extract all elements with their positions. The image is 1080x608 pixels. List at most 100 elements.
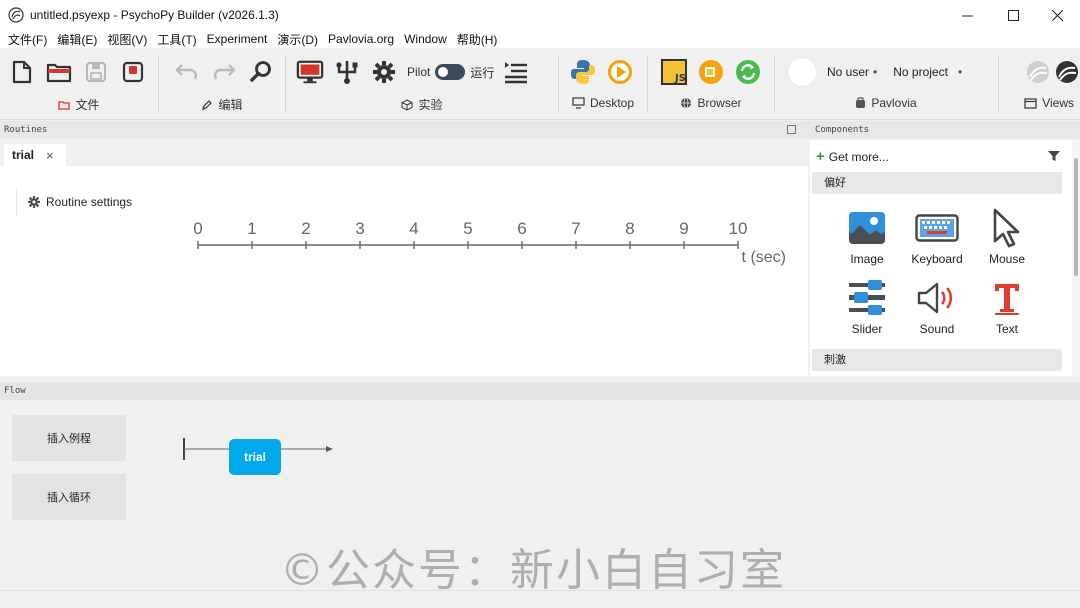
menu-bar: 文件(F) 编辑(E) 视图(V) 工具(T) Experiment 演示(D)… bbox=[0, 30, 1080, 48]
title-bar: untitled.psyexp - PsychoPy Builder (v202… bbox=[0, 0, 1080, 30]
component-sound[interactable]: Sound bbox=[902, 278, 972, 336]
scrollbar-thumb[interactable] bbox=[1074, 158, 1078, 276]
maximize-icon[interactable] bbox=[990, 0, 1036, 30]
psychopy-app-icon bbox=[8, 7, 24, 23]
components-panel: + Get more... 偏好 Image Keyboard Mouse Sl… bbox=[810, 140, 1072, 376]
component-keyboard[interactable]: Keyboard bbox=[902, 208, 972, 266]
insert-routine-button[interactable]: 插入例程 bbox=[12, 415, 126, 461]
toolbar-group-browser: JS Browser bbox=[648, 48, 774, 120]
menu-view[interactable]: 视图(V) bbox=[103, 31, 151, 48]
menu-help[interactable]: 帮助(H) bbox=[453, 31, 502, 48]
category-favorites[interactable]: 偏好 bbox=[812, 172, 1062, 194]
menu-tools[interactable]: 工具(T) bbox=[153, 31, 200, 48]
menu-edit[interactable]: 编辑(E) bbox=[53, 31, 101, 48]
component-label: Image bbox=[850, 252, 884, 266]
user-label[interactable]: No user bbox=[827, 65, 869, 79]
desktop-monitor-icon bbox=[572, 97, 585, 109]
timeline-tick-label: 7 bbox=[571, 219, 580, 238]
tab-trial[interactable]: trial × bbox=[4, 144, 66, 166]
routines-panel-title: Routines bbox=[4, 125, 48, 135]
open-folder-icon[interactable] bbox=[45, 58, 73, 86]
menu-window[interactable]: Window bbox=[400, 32, 451, 46]
project-dropdown-icon[interactable]: • bbox=[958, 65, 962, 79]
routine-list-icon[interactable] bbox=[502, 58, 530, 86]
find-icon[interactable] bbox=[247, 58, 275, 86]
watermark: ©公众号：新小白自习室 bbox=[280, 545, 786, 596]
keyboard-icon bbox=[915, 214, 959, 242]
toolbar-label-file: 文件 bbox=[0, 96, 158, 113]
toolbar-label-browser: Browser bbox=[648, 96, 774, 110]
redo-icon[interactable] bbox=[210, 58, 238, 86]
js-icon[interactable]: JS bbox=[660, 58, 688, 86]
tab-label: trial bbox=[12, 148, 35, 162]
undo-icon[interactable] bbox=[173, 58, 201, 86]
minimize-icon[interactable] bbox=[944, 0, 990, 30]
routine-tabstrip: trial × bbox=[0, 140, 810, 166]
pavlovia-icon bbox=[856, 97, 866, 108]
get-more-label: Get more... bbox=[828, 149, 889, 164]
user-dropdown-icon[interactable]: • bbox=[873, 65, 877, 79]
settings-gear-icon[interactable] bbox=[370, 58, 398, 86]
hardware-icon[interactable] bbox=[333, 58, 361, 86]
window-icon bbox=[1024, 97, 1037, 109]
component-slider[interactable]: Slider bbox=[832, 278, 902, 336]
save-icon[interactable] bbox=[82, 58, 110, 86]
image-icon bbox=[849, 212, 885, 244]
monitor-icon[interactable] bbox=[296, 58, 324, 86]
menu-experiment[interactable]: Experiment bbox=[203, 32, 272, 46]
plus-icon: + bbox=[816, 148, 825, 165]
components-panel-header: Components bbox=[810, 121, 1080, 139]
toolbar-label-experiment: 实验 bbox=[286, 96, 558, 113]
timeline-tick-label: 1 bbox=[247, 219, 256, 238]
run-icon[interactable] bbox=[606, 58, 634, 86]
python-icon[interactable] bbox=[569, 58, 597, 86]
run-online-icon[interactable] bbox=[697, 58, 725, 86]
menu-demos[interactable]: 演示(D) bbox=[273, 31, 322, 48]
component-mouse[interactable]: Mouse bbox=[972, 208, 1042, 266]
component-label: Sound bbox=[919, 322, 955, 336]
sync-icon[interactable] bbox=[734, 58, 762, 86]
flow-panel-title: Flow bbox=[4, 386, 26, 396]
timeline-tick-label: 8 bbox=[625, 219, 634, 238]
new-file-icon[interactable] bbox=[8, 58, 36, 86]
components-scrollbar[interactable] bbox=[1072, 140, 1080, 376]
component-text[interactable]: Text bbox=[972, 278, 1042, 336]
timeline-unit-label: t (sec) bbox=[742, 249, 786, 266]
project-label[interactable]: No project bbox=[893, 65, 948, 79]
sound-icon bbox=[917, 282, 953, 314]
component-image[interactable]: Image bbox=[832, 208, 902, 266]
get-more-button[interactable]: + Get more... bbox=[816, 148, 889, 165]
toolbar-group-pavlovia: No user • No project • Pavlovia bbox=[775, 48, 997, 120]
timeline-tick-label: 10 bbox=[729, 219, 748, 238]
window-title: untitled.psyexp - PsychoPy Builder (v202… bbox=[30, 8, 279, 22]
toolbar-label-desktop: Desktop bbox=[559, 96, 647, 110]
pencil-icon bbox=[202, 99, 213, 110]
pilot-run-toggle[interactable]: Pilot 运行 bbox=[407, 64, 494, 81]
filter-icon[interactable] bbox=[1048, 150, 1060, 162]
user-avatar[interactable] bbox=[787, 57, 817, 87]
tab-close-icon[interactable]: × bbox=[46, 148, 54, 163]
timeline-tick-label: 9 bbox=[679, 219, 688, 238]
routine-canvas[interactable]: Routine settings 0 1 2 3 4 5 6 7 8 9 10 t (sec) bbox=[0, 166, 808, 376]
toolbar-group-experiment: Pilot 运行 实验 bbox=[286, 48, 558, 120]
flow-routine-trial[interactable]: trial bbox=[229, 439, 281, 475]
pilot-label: Pilot bbox=[407, 65, 431, 79]
menu-file[interactable]: 文件(F) bbox=[4, 31, 51, 48]
timeline-tick-label: 0 bbox=[193, 219, 202, 238]
component-label: Mouse bbox=[988, 252, 1026, 266]
builder-view-icon[interactable] bbox=[1025, 58, 1052, 86]
timeline-tick-label: 5 bbox=[463, 219, 472, 238]
component-label: Slider bbox=[851, 322, 883, 336]
coder-view-icon[interactable] bbox=[1054, 58, 1080, 86]
timeline-tick-label: 4 bbox=[409, 219, 418, 238]
save-as-icon[interactable] bbox=[119, 58, 147, 86]
close-icon[interactable] bbox=[1034, 0, 1080, 30]
menu-pavlovia[interactable]: Pavlovia.org bbox=[324, 32, 398, 46]
toggle-switch[interactable] bbox=[435, 64, 466, 80]
restore-panel-icon[interactable] bbox=[787, 125, 796, 134]
status-bar bbox=[0, 590, 1080, 608]
cube-icon bbox=[401, 98, 413, 111]
category-stimuli[interactable]: 刺激 bbox=[812, 349, 1062, 371]
routines-panel-header: Routines bbox=[0, 121, 810, 139]
insert-loop-button[interactable]: 插入循环 bbox=[12, 474, 126, 520]
